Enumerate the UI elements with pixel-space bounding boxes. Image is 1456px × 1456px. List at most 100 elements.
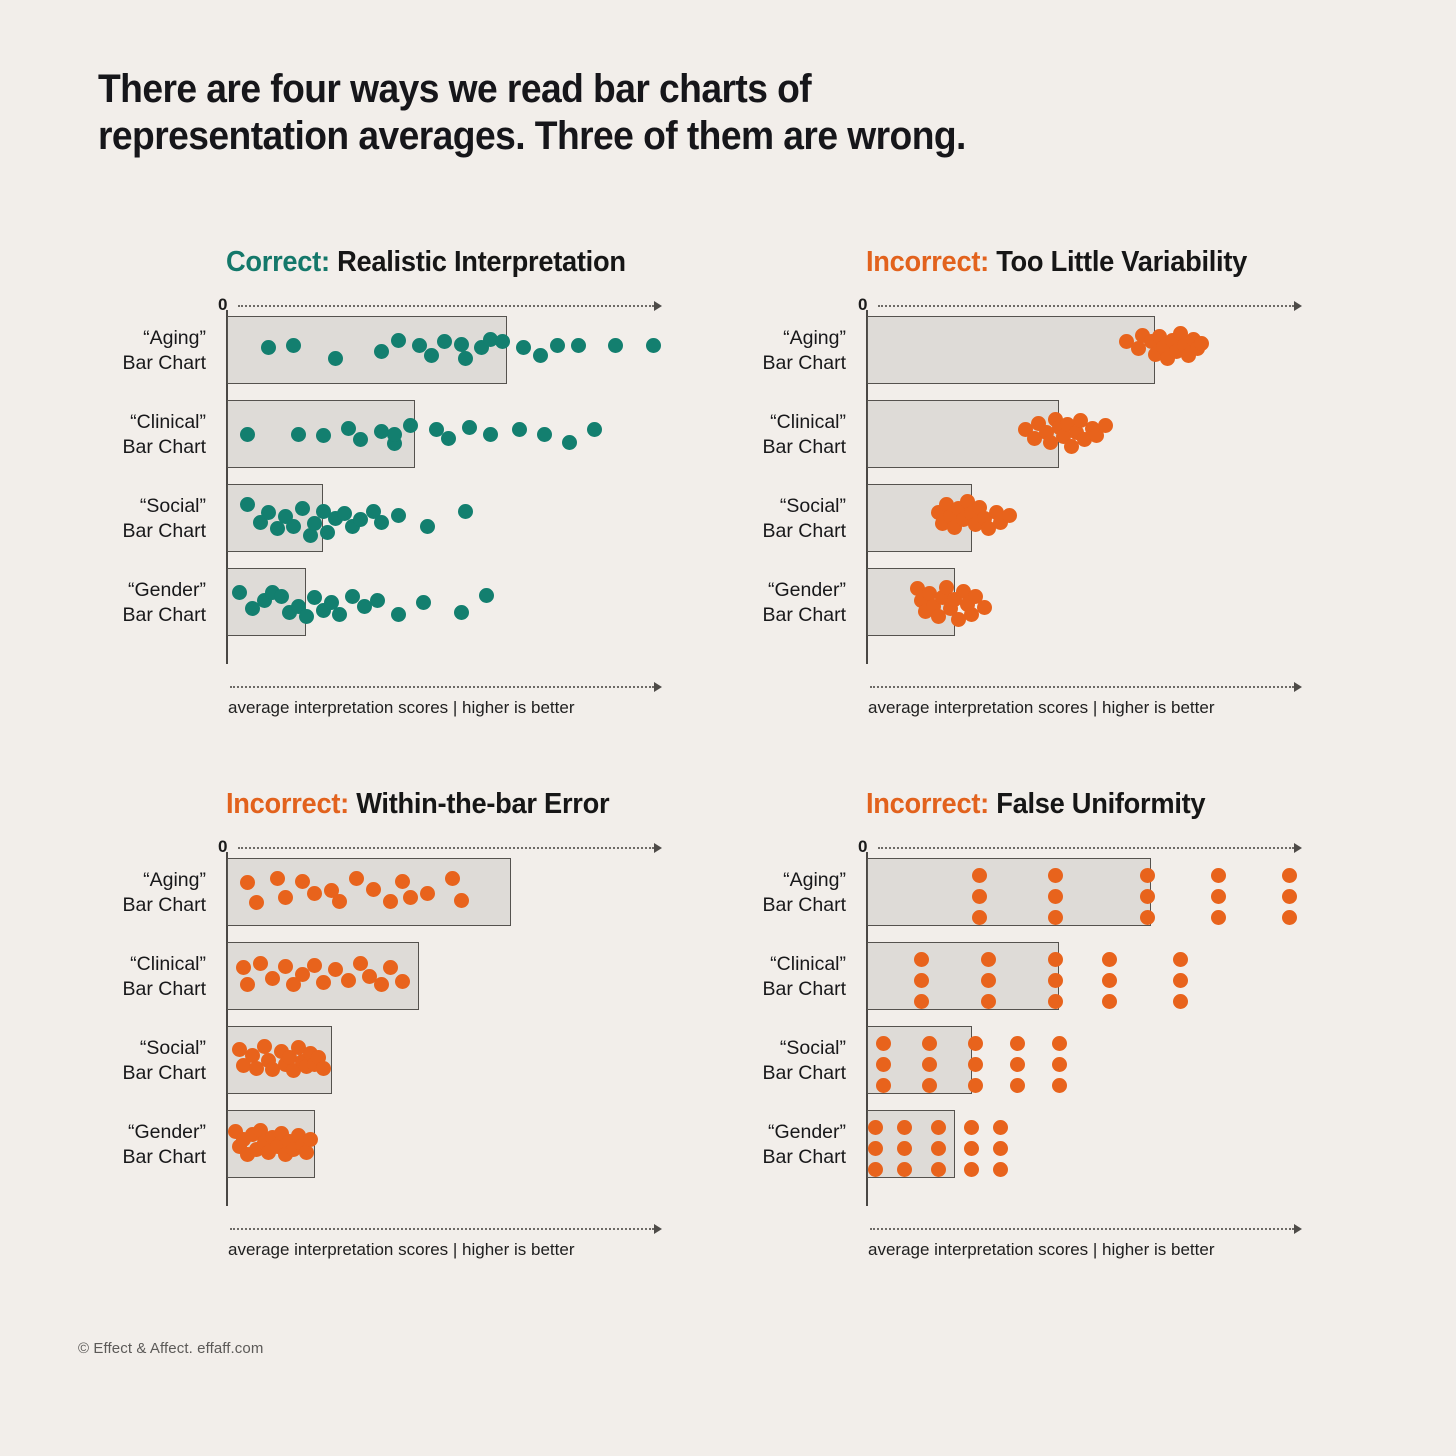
data-point-dot: [415, 594, 431, 610]
category-name: “Gender”: [767, 579, 846, 601]
data-point-dot: [294, 873, 310, 889]
data-point-dot: [993, 1119, 1009, 1135]
category-sub: Bar Chart: [762, 977, 846, 1000]
data-point-dot: [867, 1140, 883, 1156]
data-point-dot: [332, 606, 348, 622]
data-point-dot: [453, 337, 469, 353]
data-point-dot: [390, 606, 406, 622]
data-point-dot: [261, 339, 277, 355]
category-sub: Bar Chart: [762, 1145, 846, 1168]
data-point-dot: [294, 500, 310, 516]
bottom-axis-rule: [230, 1228, 654, 1230]
data-point-dot: [1009, 1077, 1025, 1093]
data-point-dot: [286, 518, 302, 534]
data-point-dot: [897, 1140, 913, 1156]
panel-title-too-little-variability: Incorrect: Too Little Variability: [866, 246, 1247, 279]
data-point-dot: [587, 422, 603, 438]
data-point-dot: [1210, 888, 1226, 904]
panel-subject-label: Too Little Variability: [988, 246, 1248, 278]
category-sub: Bar Chart: [762, 519, 846, 542]
category-sub: Bar Chart: [122, 1061, 206, 1084]
panel-subject-label: Realistic Interpretation: [329, 246, 626, 278]
category-label: “Gender” Bar Chart: [66, 1120, 206, 1170]
category-sub: Bar Chart: [762, 1061, 846, 1084]
data-point-dot: [964, 1140, 979, 1156]
data-point-dot: [1139, 867, 1155, 883]
data-point-dot: [968, 1035, 984, 1051]
category-name: “Social”: [779, 1037, 846, 1059]
top-axis-arrow-icon: [1294, 843, 1302, 853]
data-point-dot: [972, 909, 988, 925]
data-point-dot: [232, 584, 248, 600]
data-point-dot: [1047, 888, 1063, 904]
data-point-dot: [930, 1161, 946, 1177]
category-name: “Clinical”: [130, 411, 206, 433]
data-point-dot: [307, 957, 323, 973]
data-point-dot: [340, 421, 356, 437]
bottom-axis-rule: [230, 686, 654, 688]
copyright-footer: © Effect & Affect. effaff.com: [78, 1340, 264, 1357]
data-point-dot: [1139, 909, 1155, 925]
bottom-axis-arrow-icon: [1294, 1224, 1302, 1234]
data-point-dot: [395, 973, 411, 989]
panel-verdict-label: Incorrect:: [866, 246, 989, 278]
page-title-line-2: representation averages. Three of them a…: [98, 114, 966, 159]
panel-verdict-label: Incorrect:: [226, 788, 349, 820]
panel-title-realistic-interpretation: Correct: Realistic Interpretation: [226, 246, 626, 279]
data-point-dot: [549, 338, 565, 354]
category-name: “Gender”: [127, 1121, 206, 1143]
category-name: “Clinical”: [770, 411, 846, 433]
category-sub: Bar Chart: [122, 435, 206, 458]
data-point-dot: [922, 1056, 938, 1072]
category-name: “Aging”: [143, 327, 206, 349]
category-name: “Social”: [779, 495, 846, 517]
panel-subject-label: Within-the-bar Error: [348, 788, 610, 820]
data-point-dot: [453, 605, 469, 621]
data-point-dot: [922, 1077, 938, 1093]
data-point-dot: [533, 347, 548, 363]
data-point-dot: [976, 599, 992, 615]
bottom-axis-arrow-icon: [654, 682, 662, 692]
data-point-dot: [972, 888, 988, 904]
data-point-dot: [1281, 909, 1297, 925]
bar: [867, 316, 1156, 384]
data-point-dot: [278, 889, 294, 905]
top-axis-arrow-icon: [654, 843, 662, 853]
category-sub: Bar Chart: [762, 435, 846, 458]
data-point-dot: [315, 975, 331, 991]
data-point-dot: [570, 338, 586, 354]
data-point-dot: [403, 418, 419, 434]
data-point-dot: [980, 993, 996, 1009]
data-point-dot: [1051, 1077, 1067, 1093]
category-name: “Aging”: [783, 327, 846, 349]
bottom-axis-arrow-icon: [654, 1224, 662, 1234]
bar: [867, 942, 1060, 1010]
data-point-dot: [395, 873, 411, 889]
category-label: “Clinical” Bar Chart: [66, 952, 206, 1002]
data-point-dot: [980, 972, 996, 988]
category-label: “Social” Bar Chart: [706, 1036, 846, 1086]
category-name: “Social”: [139, 495, 206, 517]
category-name: “Aging”: [783, 869, 846, 891]
data-point-dot: [240, 426, 256, 442]
data-point-dot: [1281, 888, 1297, 904]
data-point-dot: [365, 881, 381, 897]
data-point-dot: [516, 339, 532, 355]
data-point-dot: [913, 993, 929, 1009]
data-point-dot: [867, 1161, 883, 1177]
bottom-axis-arrow-icon: [1294, 682, 1302, 692]
data-point-dot: [315, 427, 331, 443]
data-point-dot: [319, 525, 335, 541]
data-point-dot: [1009, 1056, 1025, 1072]
data-point-dot: [1047, 972, 1063, 988]
x-axis-caption: average interpretation scores | higher i…: [868, 1240, 1215, 1259]
category-sub: Bar Chart: [122, 351, 206, 374]
data-point-dot: [1173, 972, 1188, 988]
category-sub: Bar Chart: [122, 603, 206, 626]
category-name: “Gender”: [127, 579, 206, 601]
data-point-dot: [386, 426, 402, 442]
data-point-dot: [390, 332, 406, 348]
top-axis-rule: [238, 305, 654, 307]
data-point-dot: [876, 1077, 892, 1093]
category-label: “Clinical” Bar Chart: [706, 410, 846, 460]
